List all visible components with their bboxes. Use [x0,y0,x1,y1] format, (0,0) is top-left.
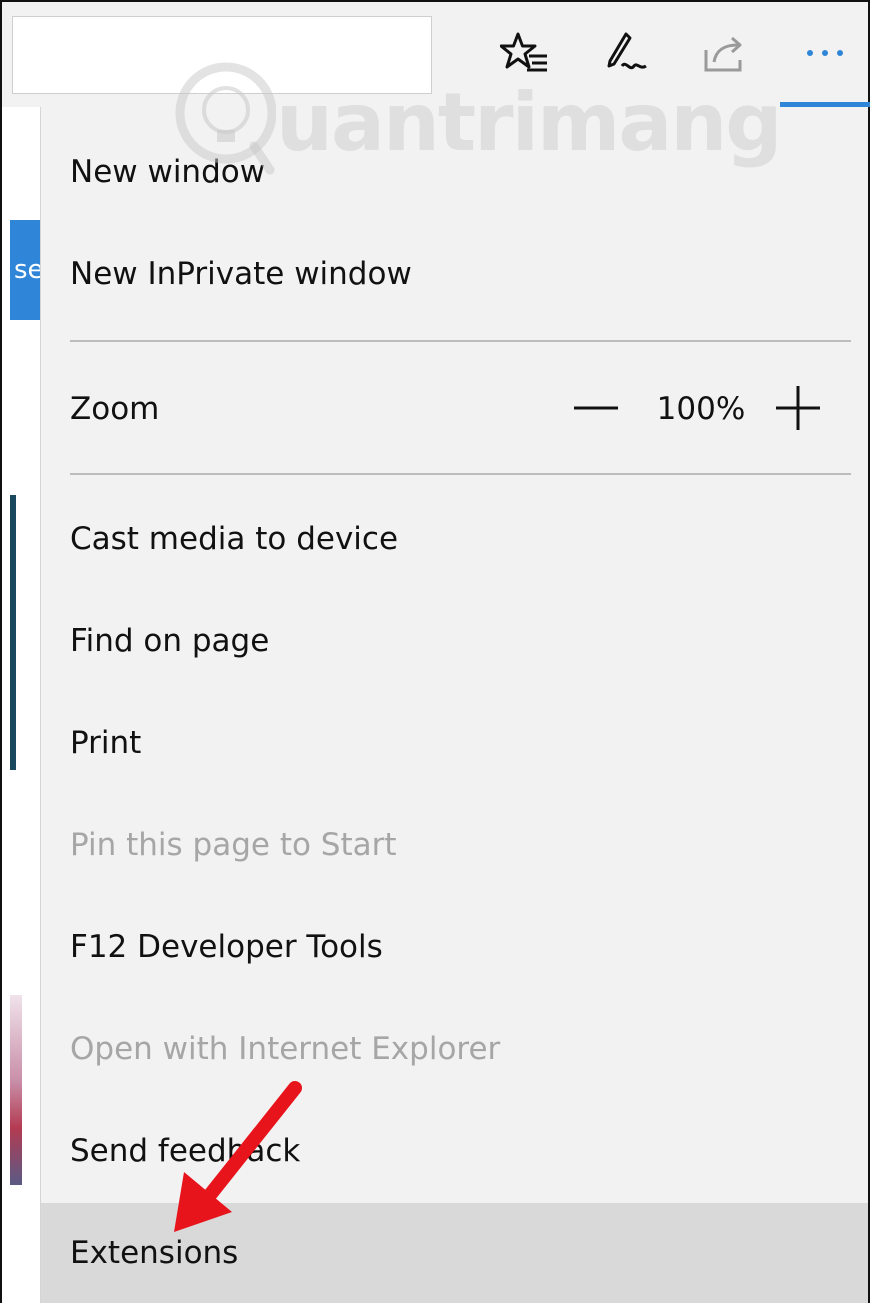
menu-item-cast-media[interactable]: Cast media to device [41,489,868,589]
zoom-label: Zoom [70,391,160,427]
zoom-row: Zoom 100% [41,359,868,459]
zoom-out-button[interactable] [571,385,621,435]
menu-item-open-with-ie: Open with Internet Explorer [70,1031,501,1067]
favorites-list-icon [500,30,550,80]
page-button-fragment[interactable]: se [10,220,40,320]
more-actions-menu: New window New InPrivate window Zoom 100… [40,107,868,1303]
more-actions-icon [800,43,850,67]
web-note-button[interactable] [590,20,660,90]
plus-icon [774,384,822,436]
menu-divider [70,473,851,475]
menu-item-extensions[interactable]: Extensions [41,1203,868,1303]
menu-item-find-on-page[interactable]: Find on page [41,591,868,691]
menu-item-pin-to-start: Pin this page to Start [70,827,397,863]
zoom-in-button[interactable] [773,385,823,435]
zoom-level: 100% [656,391,746,427]
minus-icon [572,384,620,436]
more-actions-button[interactable] [780,2,870,107]
browser-toolbar [2,0,870,107]
menu-divider [70,340,851,342]
menu-item-send-feedback[interactable]: Send feedback [41,1101,868,1201]
menu-item-new-inprivate-window[interactable]: New InPrivate window [41,224,868,324]
address-bar[interactable] [12,16,432,94]
page-banner-strip [10,495,16,770]
share-button[interactable] [690,20,760,90]
web-note-icon [600,30,650,80]
page-image-strip [10,995,22,1185]
share-icon [700,30,750,80]
annotation-arrow [170,1080,310,1240]
menu-item-developer-tools[interactable]: F12 Developer Tools [41,897,868,997]
menu-item-print[interactable]: Print [41,693,868,793]
favorites-list-button[interactable] [490,20,560,90]
menu-item-new-window[interactable]: New window [41,122,868,222]
